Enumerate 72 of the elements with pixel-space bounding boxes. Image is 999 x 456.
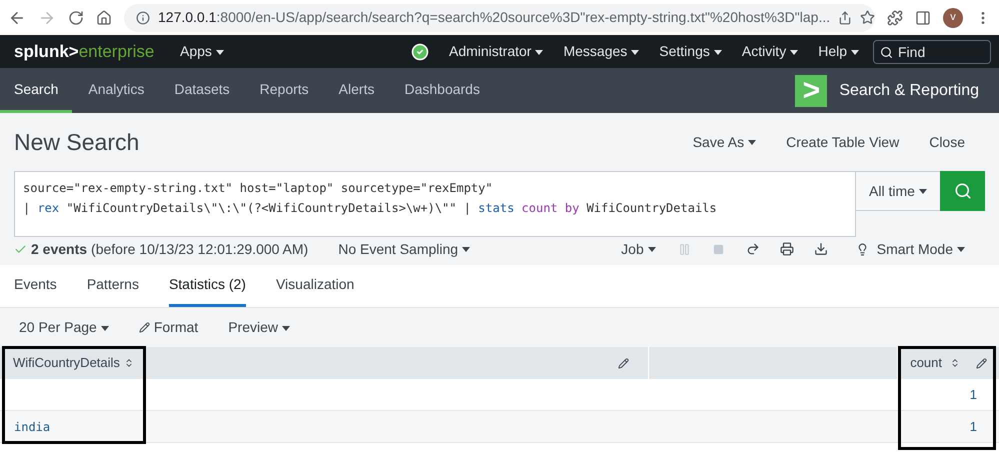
results-tab[interactable]: Events	[14, 265, 57, 307]
brush-icon[interactable]	[618, 358, 629, 368]
app-logo: >	[795, 74, 828, 106]
export-icon[interactable]	[814, 242, 828, 256]
search-query-field[interactable]: source="rex-empty-string.txt" host="laptop" sourcetype="rexEmpty" | rex "WifiCountryDetails\"\:\"(?<WifiCountryDetails>\w+)\"" | stats count by WifiCountryDetails	[14, 171, 856, 237]
profile-avatar[interactable]: v	[943, 8, 963, 28]
top-menu[interactable]: Settings	[659, 41, 722, 62]
app-nav-tab[interactable]: Alerts	[324, 68, 388, 113]
header-action[interactable]: Close	[929, 132, 965, 152]
top-menu[interactable]: Messages	[563, 41, 640, 62]
side-panel-icon[interactable]	[915, 10, 931, 26]
caret-icon	[282, 326, 290, 331]
app-nav-tab[interactable]: Dashboards	[390, 68, 494, 113]
caret-icon	[957, 247, 965, 252]
status-ok-icon[interactable]	[410, 42, 429, 60]
check-icon	[14, 242, 27, 256]
caret-icon	[216, 50, 224, 55]
caret-icon	[790, 50, 798, 55]
caret-icon	[918, 189, 927, 194]
app-name: Search & Reporting	[839, 80, 979, 100]
sort-icon	[950, 358, 960, 368]
bookmark-icon[interactable]	[860, 10, 875, 25]
brush-icon	[138, 322, 150, 333]
app-nav-tab[interactable]: Datasets	[160, 68, 244, 113]
top-menu[interactable]: Administrator	[448, 41, 544, 62]
reload-icon[interactable]	[68, 10, 84, 26]
mode-dropdown[interactable]: Smart Mode	[876, 238, 965, 260]
per-page-dropdown[interactable]: 20 Per Page	[19, 317, 109, 338]
table-cell-text: india	[14, 418, 50, 436]
table-cell-text: 1	[970, 418, 977, 436]
caret-icon	[648, 247, 656, 252]
results-tab[interactable]: Patterns	[86, 265, 139, 307]
brush-icon[interactable]	[976, 358, 987, 368]
top-menu[interactable]: Activity	[742, 41, 798, 62]
caret-icon	[535, 50, 544, 55]
splunk-logo[interactable]: splunk>enterprise	[14, 38, 164, 64]
app-nav-tab[interactable]: Analytics	[74, 68, 158, 113]
caret-icon	[631, 50, 640, 55]
sampling-dropdown[interactable]: No Event Sampling	[338, 238, 470, 260]
table-cell-text: 1	[970, 386, 977, 404]
apps-menu[interactable]: Apps	[180, 41, 224, 62]
share-icon[interactable]	[838, 10, 852, 24]
caret-icon	[714, 50, 722, 55]
print-icon[interactable]	[780, 242, 794, 256]
caret-icon	[462, 247, 470, 252]
job-menu[interactable]: Job	[621, 238, 656, 260]
search-icon	[880, 46, 893, 58]
extensions-icon[interactable]	[887, 10, 903, 26]
sort-icon	[124, 358, 134, 368]
header-action[interactable]: Create Table View	[786, 132, 900, 152]
event-time: (before 10/13/23 12:01:29.000 AM)	[91, 240, 308, 259]
app-nav-tab[interactable]: Reports	[246, 68, 323, 113]
event-count: 2 events	[31, 240, 88, 258]
results-tab[interactable]: Visualization	[276, 265, 354, 307]
share-icon[interactable]	[746, 242, 760, 256]
address-bar[interactable]: 127.0.0.1:8000/en-US/app/search/search?q=search%20source%3D"rex-empty-string.txt"%20host%3D"lap...	[124, 4, 875, 32]
top-menu[interactable]: Help	[818, 41, 859, 62]
preview-dropdown[interactable]: Preview	[228, 317, 290, 338]
column-header[interactable]: count	[898, 347, 999, 379]
caret-icon	[100, 326, 109, 331]
search-button[interactable]	[940, 171, 985, 211]
header-action[interactable]: Save As	[692, 132, 756, 152]
info-icon	[136, 10, 150, 24]
caret-icon	[851, 50, 859, 55]
find-field[interactable]: Find	[873, 40, 991, 64]
time-range-picker[interactable]: All time	[856, 171, 940, 211]
home-icon[interactable]	[96, 10, 112, 26]
search-icon	[954, 182, 972, 200]
format-button[interactable]: Format	[138, 317, 198, 338]
url-text: 127.0.0.1:8000/en-US/app/search/search?q=search%20source%3D"rex-empty-string.txt"%20host%3D"lap...	[158, 8, 830, 27]
bulb-icon	[856, 242, 869, 256]
page-title: New Search	[14, 128, 140, 157]
